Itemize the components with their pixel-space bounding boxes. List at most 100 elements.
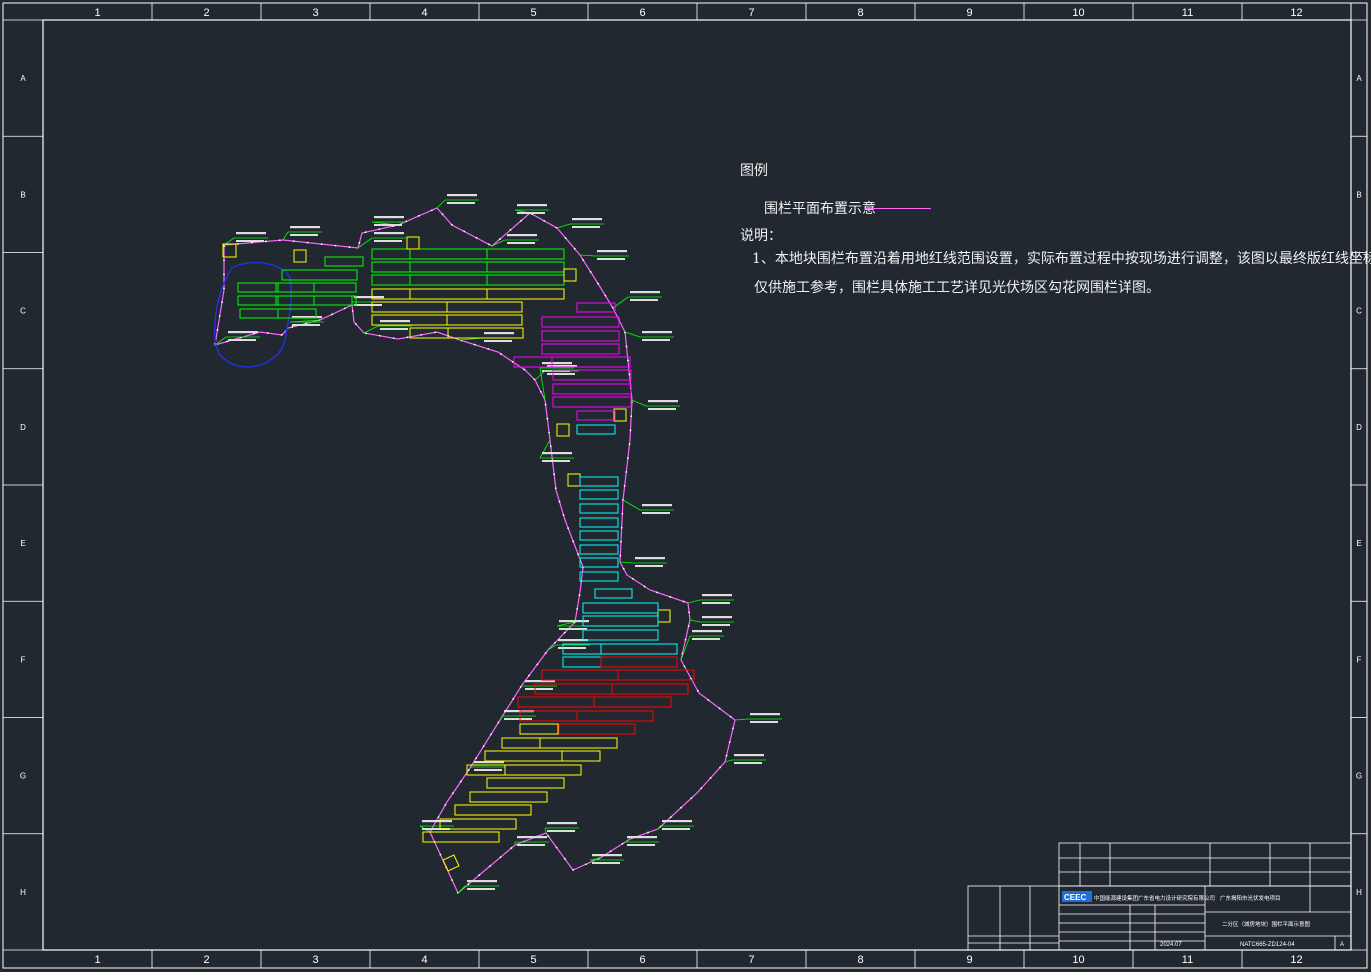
note-line-1: 1、本地块围栏布置沿着用地红线范围设置，实际布置过程中按现场进行调整，该图以最终…: [752, 251, 1371, 267]
vertex-marker: [555, 846, 558, 849]
callout-text: [592, 862, 620, 864]
pv-panel: [371, 274, 411, 286]
vertex-marker: [563, 631, 566, 634]
vertex-marker: [478, 874, 481, 877]
vertex-marker: [320, 243, 323, 246]
callout-leader: [734, 718, 749, 721]
callout-leader: [534, 370, 546, 381]
pv-panel: [237, 295, 277, 306]
vertex-marker: [467, 883, 470, 886]
note-line-2: 仅供施工参考，围栏具体施工工艺详见光伏场区勾花网围栏详图。: [754, 280, 1160, 296]
vertex-marker: [406, 336, 409, 339]
callout-leader: [539, 439, 551, 459]
callout-text: [627, 844, 655, 846]
row-label: D: [1356, 423, 1362, 432]
drawing-name: 二分区（城房地块）围栏平面示意图: [1222, 920, 1311, 928]
pv-panel: [313, 295, 353, 306]
pv-panel: [552, 383, 632, 395]
vertex-marker: [291, 326, 294, 328]
vertex-marker: [218, 315, 221, 317]
vertex-marker: [434, 331, 436, 334]
pv-panel: [486, 288, 565, 300]
inverter-box: [556, 423, 570, 437]
pv-panel: [582, 615, 659, 627]
callout-text: [484, 332, 514, 335]
callout-text: [467, 880, 497, 883]
pv-panel-arrays: [222, 236, 695, 872]
vertex-marker: [718, 707, 721, 710]
vertex-marker: [576, 608, 579, 610]
callout-leader: [689, 619, 701, 623]
column-label: 8: [857, 954, 863, 966]
vertex-marker: [520, 219, 523, 222]
vertex-marker: [623, 484, 626, 487]
vertex-marker: [582, 259, 585, 261]
callout-text: [635, 557, 665, 560]
pv-panel: [409, 248, 488, 260]
vertex-marker: [475, 236, 478, 239]
row-label: F: [1357, 655, 1362, 664]
column-label: 7: [748, 954, 754, 966]
callout-text: [642, 331, 672, 334]
vertex-marker: [499, 238, 501, 240]
vertex-marker: [621, 842, 624, 845]
column-label: 7: [748, 7, 754, 19]
callout-text: [734, 754, 764, 757]
vertex-marker: [589, 270, 592, 273]
callout-leader: [622, 499, 641, 511]
pv-panel: [469, 791, 548, 803]
callout-text: [517, 212, 545, 214]
callout-text: [517, 204, 547, 207]
column-label: 9: [966, 954, 972, 966]
pv-panel: [576, 710, 654, 722]
vertex-marker: [499, 856, 502, 858]
pv-panel: [594, 588, 633, 599]
column-label: 2: [203, 954, 209, 966]
vertex-marker: [473, 343, 476, 346]
column-ruler-bottom: 1 2 3 4 5 6 7 8 9 10 11 12: [3, 949, 1367, 968]
pv-panel: [539, 737, 618, 749]
pv-panel: [446, 314, 523, 326]
vertex-marker: [647, 831, 649, 834]
drawing-number: NATC665-ZD124-04: [1240, 942, 1295, 948]
pv-panel: [486, 777, 565, 789]
column-label: 8: [857, 7, 863, 19]
pv-panel: [562, 656, 602, 668]
column-label: 6: [639, 7, 645, 19]
vertex-marker: [696, 690, 699, 692]
vertex-marker: [628, 373, 631, 376]
pv-panel: [558, 723, 636, 735]
vertex-marker: [378, 334, 381, 337]
pv-panel: [501, 737, 541, 749]
callout-text: [542, 452, 572, 455]
vertex-marker: [510, 847, 513, 849]
pv-panel: [579, 489, 619, 500]
callout-text: [692, 638, 720, 640]
pv-panel: [275, 282, 315, 293]
vertex-marker: [564, 237, 567, 240]
callout-leader: [556, 223, 571, 229]
vertex-marker: [392, 337, 395, 340]
inverter-box: [567, 473, 581, 487]
vertex-marker: [558, 500, 561, 503]
vertex-marker: [625, 471, 628, 473]
vertex-marker: [292, 240, 295, 243]
vertex-marker: [528, 674, 530, 677]
column-label: 10: [1072, 7, 1084, 19]
vertex-marker: [226, 340, 229, 343]
pv-panel: [552, 396, 632, 408]
callout-text: [702, 594, 732, 597]
vertex-marker: [729, 715, 732, 718]
callout-text: [290, 226, 320, 229]
vertex-marker: [567, 527, 570, 530]
cad-drawing: 1 2 3 4 5 6 7 8 9 10 11 12 1 2 3 4 5 6 7 8 9 10 11 12 ABCDEFGH…: [2, 2, 1368, 969]
pv-panel: [409, 261, 488, 273]
inverter-box: [222, 243, 237, 258]
vertex-marker: [216, 328, 219, 331]
vertex-marker: [707, 699, 710, 701]
pv-panel: [371, 261, 411, 273]
vertex-marker: [621, 512, 624, 515]
callout-text: [380, 328, 408, 330]
callout-leader: [544, 827, 547, 834]
vertex-marker: [573, 247, 576, 250]
